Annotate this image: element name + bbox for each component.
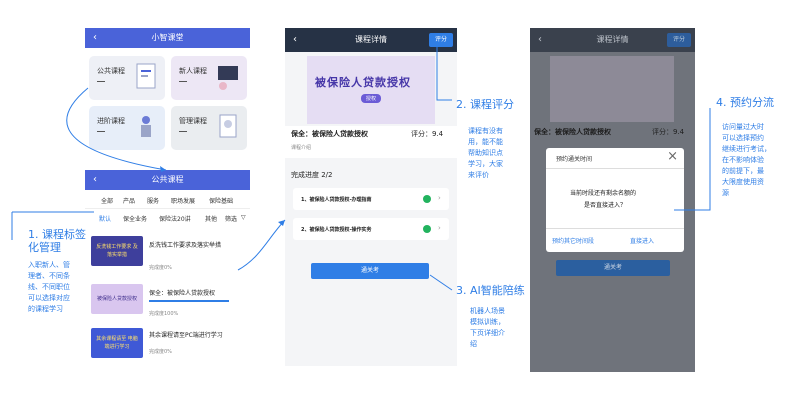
annotation-line: 学习，大家 — [468, 160, 503, 168]
annotation-line: 来评价 — [468, 171, 489, 179]
annotation-2-title: 2. 课程评分 — [456, 98, 514, 111]
annotation-1-title-line1: 1. 课程标签 — [28, 228, 86, 241]
annotation-line: 大限度使用资 — [722, 178, 764, 186]
annotation-line: 源 — [722, 189, 729, 197]
annotation-line: 用，能不能 — [468, 138, 503, 146]
annotation-line: 理者、不同条 — [28, 272, 70, 280]
annotation-line: 帮助知识点 — [468, 149, 503, 157]
annotation-3-title: 3. AI智能陪练 — [456, 284, 525, 297]
annotation-line: 可以选择对应 — [28, 294, 70, 302]
annotation-line: 绍 — [470, 340, 477, 348]
annotation-line: 可以选择预约 — [722, 134, 764, 142]
annotation-1-text: 入职新人、管 理者、不同条 线、不同职位 可以选择对应 的课程学习 — [28, 260, 70, 315]
annotation-line: 在不影响体验 — [722, 156, 764, 164]
annotation-2-text: 课程有没有 用，能不能 帮助知识点 学习，大家 来评价 — [468, 126, 503, 181]
annotation-line: 下页详细介 — [470, 329, 505, 337]
annotation-1-title-line2: 化管理 — [28, 241, 61, 254]
annotation-line: 课程有没有 — [468, 127, 503, 135]
annotation-line: 模拟训练， — [470, 318, 505, 326]
annotation-4-text: 访问量过大时 可以选择预约 继续进行考试， 在不影响体验 的前提下，最 大限度使… — [722, 122, 771, 199]
annotation-line: 的前提下，最 — [722, 167, 764, 175]
annotation-3-text: 机器人场景 模拟训练， 下页详细介 绍 — [470, 306, 505, 350]
annotation-line: 线、不同职位 — [28, 283, 70, 291]
annotation-line: 机器人场景 — [470, 307, 505, 315]
connector-lines — [11, 46, 711, 291]
annotation-line: 入职新人、管 — [28, 261, 70, 269]
annotation-4-title: 4. 预约分流 — [716, 96, 774, 109]
annotation-1-title: 1. 课程标签 化管理 — [28, 228, 86, 254]
annotation-line: 的课程学习 — [28, 305, 63, 313]
annotation-line: 继续进行考试， — [722, 145, 771, 153]
annotation-line: 访问量过大时 — [722, 123, 764, 131]
